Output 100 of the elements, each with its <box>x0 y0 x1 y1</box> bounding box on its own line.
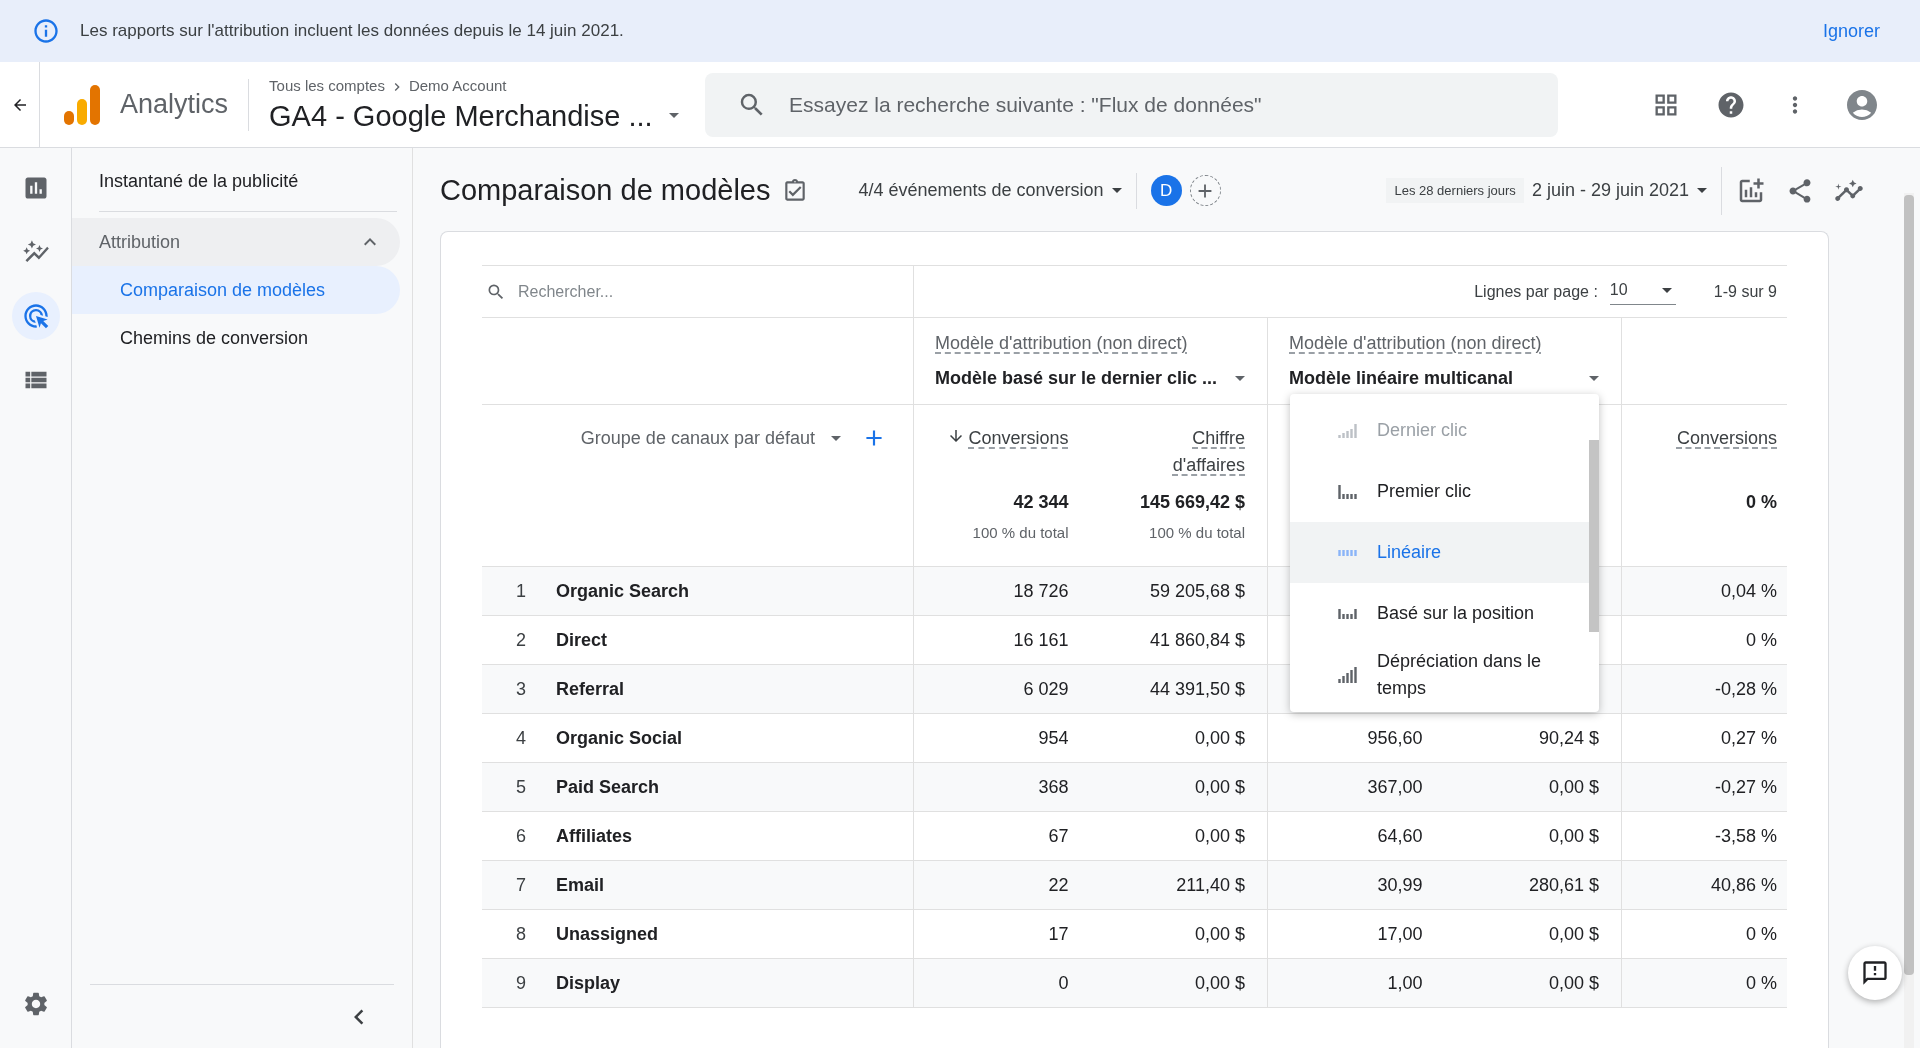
table-cell-text: 59 205,68 $ <box>1148 579 1246 603</box>
table-cell-text: 1,00 <box>1386 971 1424 995</box>
row-rank: 8 <box>515 922 526 946</box>
table-cell-text: 0,00 $ <box>1547 824 1600 848</box>
breadcrumb-link[interactable]: Tous les comptes <box>269 75 385 98</box>
logo-icon <box>64 84 100 125</box>
nav-item[interactable]: Comparaison de modèles <box>72 266 400 314</box>
bars-icon <box>1338 423 1357 438</box>
channel-name: Paid Search <box>556 775 660 799</box>
table-cell-text: 0,00 $ <box>1547 971 1600 995</box>
total-value: 42 344 <box>1013 491 1069 514</box>
bars-icon <box>1338 608 1357 619</box>
feedback-button[interactable] <box>1848 946 1902 1000</box>
table-cell-text: 22 <box>1047 873 1070 897</box>
row-rank: 4 <box>515 726 526 750</box>
model-selector[interactable]: Modèle basé sur le dernier clic ... <box>935 365 1249 392</box>
table-cell-text: 0,00 $ <box>1193 726 1246 750</box>
channel-name: Affiliates <box>556 824 633 848</box>
nav-section-header[interactable]: Attribution <box>72 218 400 266</box>
row-rank: 5 <box>515 775 526 799</box>
caret-icon <box>1235 376 1245 381</box>
pagination-text: 1-9 sur 9 <box>1713 281 1777 302</box>
menu-item[interactable]: Dépréciation dans le temps <box>1290 644 1589 705</box>
menu-item[interactable]: Premier clic <box>1290 461 1589 522</box>
metric-header[interactable]: Chiffre d'affaires <box>1145 425 1245 479</box>
menu-item[interactable]: Basé sur la position <box>1290 583 1589 644</box>
bars-icon <box>1338 549 1357 556</box>
channel-name: Unassigned <box>556 922 659 946</box>
date-range-selector[interactable]: 2 juin - 29 juin 2021 <box>1531 177 1707 204</box>
property-selector[interactable]: GA4 - Google Merchandise ... <box>269 97 700 134</box>
nav-title[interactable]: Instantané de la publicité <box>99 168 397 212</box>
comparison-avatar[interactable]: D <box>1150 175 1182 206</box>
total-share: 100 % du total <box>972 523 1069 543</box>
table-search-field[interactable]: Rechercher... <box>518 279 913 304</box>
table-cell-text: 41 860,84 $ <box>1148 628 1246 652</box>
row-rank: 7 <box>515 873 526 897</box>
row-rank: 9 <box>515 971 526 995</box>
table-cell-text: 0 % <box>1744 628 1778 652</box>
table-cell-text: 0 % <box>1744 922 1778 946</box>
table-cell-text: 211,40 $ <box>1175 873 1246 897</box>
table-cell-text: 44 391,50 $ <box>1148 677 1246 701</box>
table-cell-text: -3,58 % <box>1713 824 1778 848</box>
model-label: Modèle d'attribution (non direct) <box>1289 332 1542 355</box>
table-cell-text: 64,60 <box>1376 824 1424 848</box>
rows-per-page-select[interactable]: 10 <box>1609 278 1676 305</box>
table-cell-text: 0 % <box>1744 971 1778 995</box>
table-cell-text: 16 161 <box>1012 628 1070 652</box>
caret-icon <box>1697 188 1707 193</box>
caret-icon <box>831 436 841 441</box>
table-cell-text: 0,00 $ <box>1193 824 1246 848</box>
channel-name: Display <box>556 971 621 995</box>
table-cell-text: 0,00 $ <box>1193 775 1246 799</box>
model-selector[interactable]: Modèle linéaire multicanal <box>1289 365 1603 392</box>
row-rank: 6 <box>515 824 526 848</box>
caret-icon <box>1111 188 1122 193</box>
row-rank: 2 <box>515 628 526 652</box>
total-value: 0 % <box>1745 491 1777 514</box>
page-scrollbar[interactable] <box>1904 195 1914 975</box>
metric-header[interactable]: Conversions <box>968 425 1069 452</box>
metric-header[interactable]: Conversions <box>1676 425 1777 493</box>
table-cell-text: 18 726 <box>1012 579 1070 603</box>
table-cell-text: 0 <box>1057 971 1070 995</box>
bars-icon <box>1338 484 1357 499</box>
menu-item[interactable]: Linéaire <box>1290 522 1589 583</box>
total-share: 100 % du total <box>1149 523 1245 543</box>
table-cell-text: 17 <box>1047 922 1070 946</box>
channel-name: Referral <box>556 677 625 701</box>
dimension-selector[interactable]: Groupe de canaux par défaut <box>580 425 841 452</box>
search-field[interactable]: Essayez la recherche suivante : "Flux de données" <box>705 72 1559 137</box>
info-icon <box>32 17 60 45</box>
table-cell-text: 954 <box>1037 726 1070 750</box>
table-cell-text: 0,00 $ <box>1193 971 1246 995</box>
channel-name: Email <box>556 873 605 897</box>
channel-name: Direct <box>556 628 608 652</box>
product-name: Analytics <box>120 88 229 122</box>
rail-nav-button[interactable] <box>11 292 60 340</box>
row-rank: 3 <box>515 677 526 701</box>
table-cell-text: -0,27 % <box>1713 775 1778 799</box>
caret-icon <box>1661 287 1672 293</box>
conversion-events-selector[interactable]: 4/4 événements de conversion <box>858 177 1122 204</box>
table-cell-text: 956,60 <box>1366 726 1424 750</box>
table-cell-text: 0,00 $ <box>1547 922 1600 946</box>
scrollbar[interactable] <box>1589 440 1599 632</box>
nav-item[interactable]: Chemins de conversion <box>72 314 400 362</box>
report-title: Comparaison de modèles <box>440 172 771 208</box>
total-value: 145 669,42 $ <box>1139 491 1245 514</box>
channel-name: Organic Social <box>556 726 683 750</box>
breadcrumb-link[interactable]: Demo Account <box>408 75 507 98</box>
row-rank: 1 <box>515 579 526 603</box>
bars-icon <box>1338 666 1357 683</box>
dismiss-link[interactable]: Ignorer <box>1822 17 1880 45</box>
table-cell-text: -0,28 % <box>1713 677 1778 701</box>
table-cell-text: 0,27 % <box>1719 726 1778 750</box>
table-cell-text: 6 029 <box>1022 677 1070 701</box>
rows-per-page-label: Lignes par page : <box>1474 281 1598 302</box>
table-cell-text: 0,00 $ <box>1547 775 1600 799</box>
feedback-icon <box>1861 959 1889 987</box>
table-cell-text: 67 <box>1047 824 1070 848</box>
table-cell-text: 40,86 % <box>1709 873 1778 897</box>
table-cell-text: 280,61 $ <box>1527 873 1600 897</box>
